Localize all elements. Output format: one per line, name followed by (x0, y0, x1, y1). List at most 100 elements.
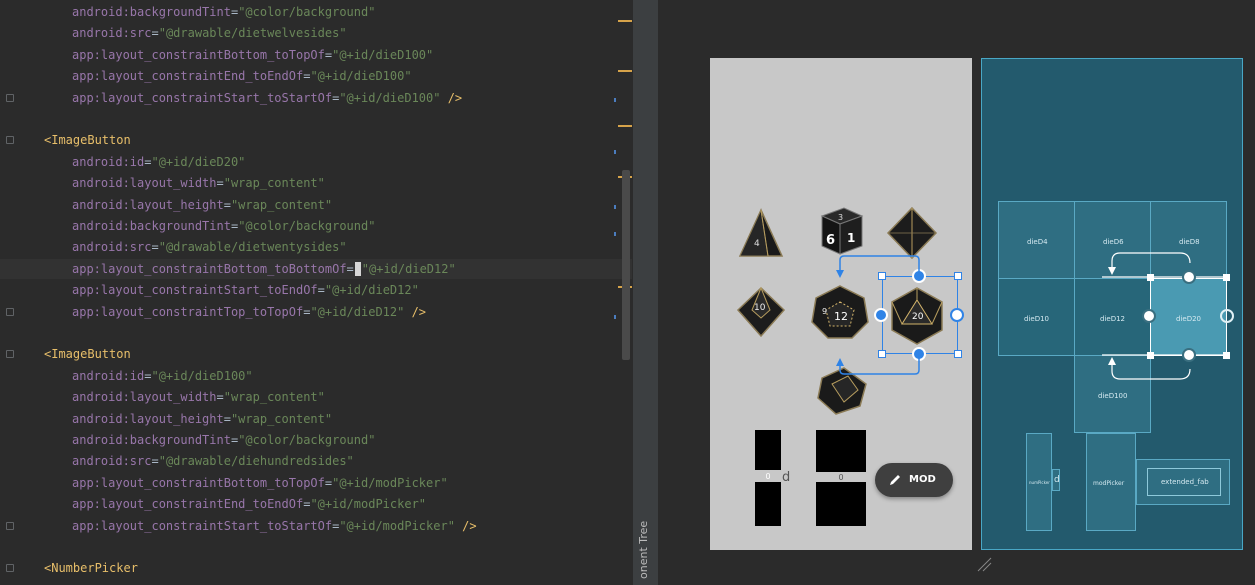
attr-namespace[interactable]: app: (72, 69, 101, 83)
blueprint-handle-end[interactable] (1220, 309, 1234, 323)
attr-namespace[interactable]: app: (72, 519, 101, 533)
blueprint-handle-bottom[interactable] (1182, 348, 1196, 362)
mod-picker-value[interactable]: 0 (816, 473, 866, 482)
attr-name[interactable]: layout_constraintEnd_toEndOf (101, 497, 303, 511)
fold-toggle-icon[interactable] (6, 350, 14, 359)
attr-namespace[interactable]: android: (72, 412, 130, 426)
attr-value[interactable]: "@color/background" (238, 5, 375, 19)
attr-name[interactable]: layout_constraintStart_toEndOf (101, 283, 318, 297)
blueprint-resize-handle[interactable] (1147, 274, 1154, 281)
num-picker-top[interactable] (755, 430, 781, 470)
attr-value[interactable]: "@drawable/dietwentysides" (159, 240, 347, 254)
blueprint-die-d10[interactable]: dieD10 (998, 278, 1075, 356)
attr-name[interactable]: layout_constraintStart_toStartOf (101, 519, 332, 533)
attr-name[interactable]: layout_constraintTop_toTopOf (101, 305, 303, 319)
code-text[interactable]: android:src="@drawable/diehundredsides" (72, 451, 354, 471)
attr-name[interactable]: layout_constraintStart_toStartOf (101, 91, 332, 105)
tag-close[interactable]: /> (440, 91, 462, 105)
attr-namespace[interactable]: android: (72, 454, 130, 468)
blueprint-handle-start[interactable] (1142, 309, 1156, 323)
attr-value[interactable]: "@+id/modPicker" (339, 519, 455, 533)
code-line[interactable]: app:layout_constraintEnd_toEndOf="@+id/d… (0, 66, 632, 86)
attr-name[interactable]: backgroundTint (130, 433, 231, 447)
attr-namespace[interactable]: android: (72, 390, 130, 404)
attr-namespace[interactable]: app: (72, 262, 101, 276)
attr-value[interactable]: "@+id/dieD12" (310, 305, 404, 319)
d6-die-icon[interactable]: 3 6 1 (814, 206, 866, 256)
code-text[interactable]: <ImageButton (44, 344, 131, 364)
attr-name[interactable]: layout_width (130, 176, 217, 190)
code-line[interactable]: app:layout_constraintBottom_toTopOf="@+i… (0, 45, 632, 65)
code-text[interactable]: android:src="@drawable/dietwentysides" (72, 237, 347, 257)
code-line[interactable]: android:layout_width="wrap_content" (0, 387, 632, 407)
design-preview[interactable]: 4 3 6 1 10 9 12 20 0 d 0 MOD (710, 58, 972, 550)
d10-die-icon[interactable]: 10 (736, 286, 786, 338)
scroll-marker[interactable] (618, 70, 632, 72)
attr-value[interactable]: "@+id/dieD100" (310, 69, 411, 83)
component-tree-strip[interactable]: onent Tree (632, 0, 658, 585)
num-picker-bottom[interactable] (755, 482, 781, 526)
code-line[interactable]: app:layout_constraintStart_toStartOf="@+… (0, 88, 632, 108)
blueprint-num-picker[interactable]: numPicker (1026, 433, 1052, 531)
attr-value[interactable]: "@+id/modPicker" (310, 497, 426, 511)
code-line[interactable]: android:layout_height="wrap_content" (0, 409, 632, 429)
code-line[interactable]: <ImageButton (0, 344, 632, 364)
attr-name[interactable]: layout_width (130, 390, 217, 404)
constraint-handle-end[interactable] (950, 308, 964, 322)
resize-handle-bottom-right[interactable] (954, 350, 962, 358)
attr-name[interactable]: layout_constraintEnd_toEndOf (101, 69, 303, 83)
code-line[interactable]: app:layout_constraintBottom_toTopOf="@+i… (0, 473, 632, 493)
code-text[interactable]: app:layout_constraintBottom_toTopOf="@+i… (72, 45, 433, 65)
code-line[interactable]: android:id="@+id/dieD20" (0, 152, 632, 172)
attr-value[interactable]: "@+id/modPicker" (332, 476, 448, 490)
attr-namespace[interactable]: android: (72, 176, 130, 190)
code-line[interactable]: android:src="@drawable/dietwentysides" (0, 237, 632, 257)
attr-value[interactable]: "wrap_content" (231, 412, 332, 426)
code-line[interactable]: android:layout_width="wrap_content" (0, 173, 632, 193)
attr-namespace[interactable]: app: (72, 48, 101, 62)
scroll-marker[interactable] (618, 20, 632, 22)
attr-value[interactable]: "wrap_content" (231, 198, 332, 212)
attr-value[interactable]: "@+id/dieD100" (339, 91, 440, 105)
code-line[interactable] (0, 323, 632, 343)
tag-close[interactable]: /> (455, 519, 476, 533)
code-text[interactable]: <NumberPicker (44, 558, 138, 578)
attr-value[interactable]: "@+id/dieD12" (362, 262, 456, 276)
attr-namespace[interactable]: android: (72, 26, 130, 40)
xml-tag[interactable]: <NumberPicker (44, 561, 138, 575)
attr-name[interactable]: layout_height (130, 198, 224, 212)
attr-name[interactable]: id (130, 369, 144, 383)
code-text[interactable]: app:layout_constraintTop_toTopOf="@+id/d… (72, 302, 426, 322)
code-text[interactable]: android:layout_width="wrap_content" (72, 173, 325, 193)
code-line[interactable]: android:src="@drawable/dietwelvesides" (0, 23, 632, 43)
xml-tag[interactable]: <ImageButton (44, 133, 131, 147)
code-line[interactable]: app:layout_constraintEnd_toEndOf="@+id/m… (0, 494, 632, 514)
attr-name[interactable]: src (130, 26, 152, 40)
fold-toggle-icon[interactable] (6, 307, 14, 316)
blueprint-handle-top[interactable] (1182, 270, 1196, 284)
attr-namespace[interactable]: app: (72, 305, 101, 319)
blueprint-resize-handle[interactable] (1223, 274, 1230, 281)
editor-scrollbar-thumb[interactable] (622, 170, 630, 360)
attr-name[interactable]: backgroundTint (130, 219, 231, 233)
attr-namespace[interactable]: android: (72, 369, 130, 383)
code-line[interactable]: <NumberPicker (0, 558, 632, 578)
code-text[interactable]: app:layout_constraintStart_toEndOf="@+id… (72, 280, 419, 300)
d8-die-icon[interactable] (886, 206, 938, 260)
code-line[interactable] (0, 109, 632, 129)
attr-namespace[interactable]: android: (72, 219, 130, 233)
attr-namespace[interactable]: app: (72, 283, 101, 297)
blueprint-die-d4[interactable]: dieD4 (998, 201, 1075, 279)
code-text[interactable]: app:layout_constraintBottom_toTopOf="@+i… (72, 473, 448, 493)
attr-name[interactable]: layout_constraintBottom_toTopOf (101, 48, 325, 62)
code-text[interactable]: <ImageButton (44, 130, 131, 150)
resize-grip-icon[interactable] (976, 556, 992, 572)
code-text[interactable]: android:backgroundTint="@color/backgroun… (72, 430, 375, 450)
code-line[interactable]: android:id="@+id/dieD100" (0, 366, 632, 386)
code-text[interactable]: app:layout_constraintEnd_toEndOf="@+id/m… (72, 494, 426, 514)
code-text[interactable]: android:layout_height="wrap_content" (72, 409, 332, 429)
attr-value[interactable]: "wrap_content" (224, 390, 325, 404)
attr-name[interactable]: backgroundTint (130, 5, 231, 19)
code-text[interactable]: android:layout_height="wrap_content" (72, 195, 332, 215)
code-line[interactable]: android:backgroundTint="@color/backgroun… (0, 2, 632, 22)
